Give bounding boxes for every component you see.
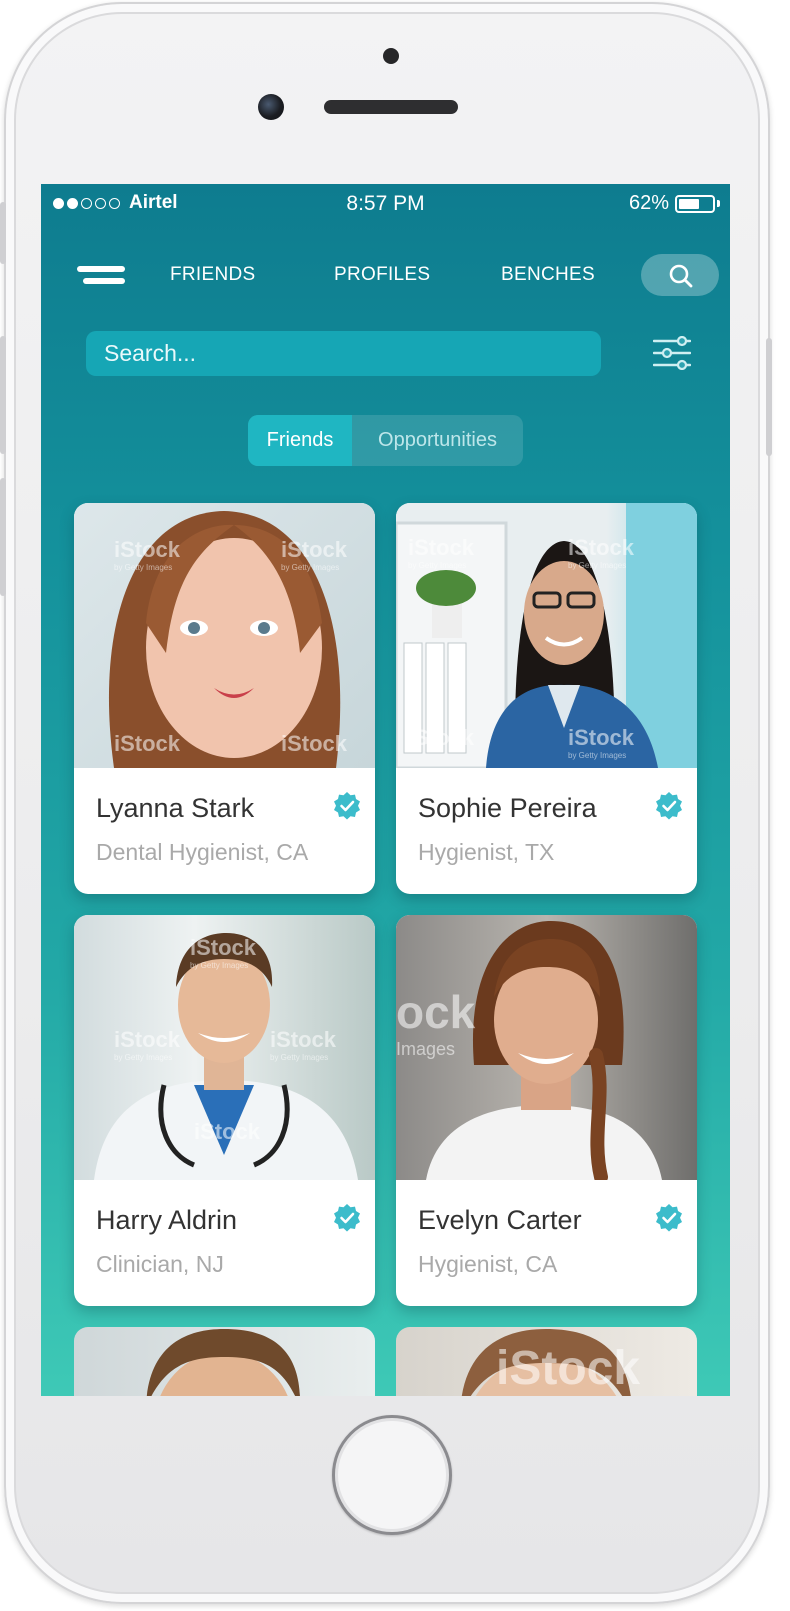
- status-bar: Airtel 8:57 PM 62%: [41, 184, 730, 224]
- search-icon: [669, 264, 693, 288]
- profile-name: Harry Aldrin: [96, 1205, 238, 1235]
- profile-photo: iStock by Getty Images iStock by Getty Ima…: [396, 503, 697, 768]
- watermark: iStock by Getty Images: [568, 725, 635, 760]
- watermark: iStock: [194, 1119, 261, 1144]
- search-input[interactable]: Search...: [86, 331, 601, 376]
- profile-role: Clinician, NJ: [96, 1251, 224, 1277]
- battery-icon: [675, 194, 715, 213]
- watermark: iStock: [114, 731, 181, 756]
- profile-card[interactable]: iStock: [396, 1327, 697, 1396]
- watermark: iStock by Getty Images: [270, 1027, 337, 1062]
- profile-photo: iStock by Getty Images iStock by Getty Ima…: [74, 915, 375, 1180]
- battery-fill: [679, 198, 699, 209]
- search-button[interactable]: [641, 254, 719, 296]
- profile-name: Lyanna Stark: [96, 793, 255, 823]
- front-camera: [258, 94, 284, 120]
- tab-benches[interactable]: BENCHES: [501, 264, 595, 286]
- profile-photo: ock Images: [396, 915, 697, 1180]
- watermark: iStock: [281, 731, 348, 756]
- watermark: ock Images: [396, 986, 476, 1059]
- filter-icon[interactable]: [653, 336, 691, 370]
- profile-role: Hygienist, TX: [418, 839, 555, 865]
- watermark: iStock by Getty Images: [281, 537, 348, 572]
- profile-card[interactable]: ock Images Evelyn Carter Hygienist, CA: [396, 915, 697, 1306]
- mute-switch: [0, 202, 6, 264]
- app-screen: Airtel 8:57 PM 62% FRIENDS PROFILES BENC…: [41, 184, 730, 1396]
- profile-card[interactable]: [74, 1327, 375, 1396]
- battery-tip: [717, 200, 720, 207]
- watermark: iStock by Getty Images: [408, 535, 475, 570]
- watermark: iStock: [496, 1342, 641, 1395]
- proximity-sensor: [383, 48, 399, 64]
- watermark: iStock: [408, 725, 475, 750]
- home-button[interactable]: [332, 1415, 452, 1535]
- battery-indicator: 62%: [629, 192, 720, 215]
- tab-profiles[interactable]: PROFILES: [334, 264, 430, 286]
- profile-name: Evelyn Carter: [418, 1205, 582, 1235]
- segment-opportunities[interactable]: Opportunities: [352, 415, 523, 466]
- segment-friends[interactable]: Friends: [248, 415, 352, 466]
- battery-percent: 62%: [628, 192, 669, 214]
- earpiece-speaker: [324, 100, 458, 114]
- volume-down-button: [0, 478, 6, 596]
- verified-badge-icon: [656, 1204, 682, 1232]
- tab-friends[interactable]: FRIENDS: [170, 264, 256, 286]
- watermark: iStock by Getty Images: [114, 1027, 181, 1062]
- segmented-control: Friends Opportunities: [248, 415, 523, 466]
- volume-up-button: [0, 336, 6, 454]
- menu-icon[interactable]: [77, 266, 125, 288]
- profile-card[interactable]: iStock by Getty Images iStock by Getty Ima…: [74, 503, 375, 894]
- watermark: iStock by Getty Images: [190, 935, 257, 970]
- profile-role: Hygienist, CA: [418, 1251, 558, 1277]
- profile-card[interactable]: iStock by Getty Images iStock by Getty Ima…: [396, 503, 697, 894]
- verified-badge-icon: [334, 792, 360, 820]
- power-button: [766, 338, 772, 456]
- watermark: iStock by Getty Images: [568, 535, 635, 570]
- profile-photo: iStock by Getty Images iStock by Getty Ima…: [74, 503, 375, 768]
- top-nav: FRIENDS PROFILES BENCHES: [41, 254, 730, 298]
- profile-role: Dental Hygienist, CA: [96, 839, 309, 865]
- profile-photo: [146, 1329, 300, 1396]
- profile-name: Sophie Pereira: [418, 793, 597, 823]
- status-time: 8:57 PM: [346, 192, 425, 215]
- verified-badge-icon: [656, 792, 682, 820]
- verified-badge-icon: [334, 1204, 360, 1232]
- watermark: iStock by Getty Images: [114, 537, 181, 572]
- profile-card[interactable]: iStock by Getty Images iStock by Getty Ima…: [74, 915, 375, 1306]
